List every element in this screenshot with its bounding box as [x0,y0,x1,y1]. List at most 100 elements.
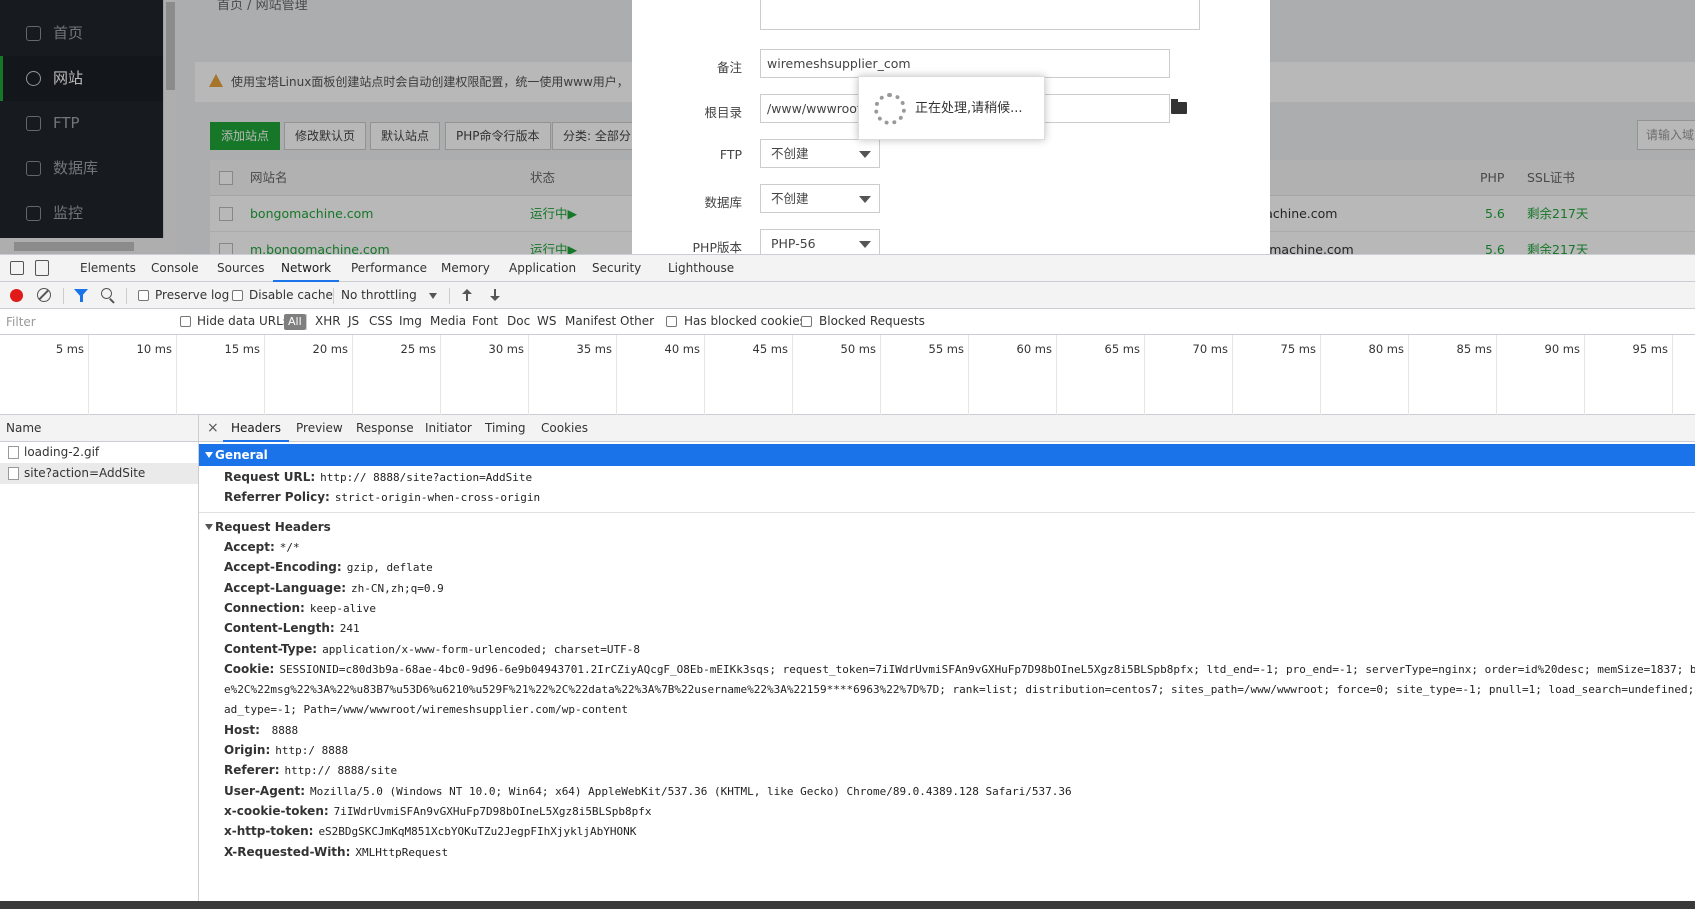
record-icon[interactable] [10,289,23,302]
throttling-select[interactable]: No throttling [341,288,417,302]
type-filter-manifest[interactable]: Manifest [565,314,616,328]
disable-cache-checkbox[interactable] [232,290,243,301]
divider [199,512,1695,513]
header-key: Connection: [224,600,305,615]
header-key: Accept-Encoding: [224,560,342,575]
timeline-tick-label: 95 ms [1632,342,1668,356]
general-section-header[interactable]: General [199,444,1695,466]
header-value: Mozilla/5.0 (Windows NT 10.0; Win64; x64… [310,784,1072,798]
header-row: Referrer Policy: strict-origin-when-cross… [224,487,540,507]
type-filter-js[interactable]: JS [348,314,359,328]
request-row[interactable]: loading-2.gif [0,442,198,463]
tab-response[interactable]: Response [356,415,414,442]
type-filter-img[interactable]: Img [399,314,422,328]
timeline-tick-label: 75 ms [1280,342,1316,356]
bt-panel: 首页 网站 FTP 数据库 监控 首页 / 网站管理 使用宝塔Linux面板创建… [0,0,1695,254]
header-value: eS2BDgSKCJmKqM851XcbYOKuTZu2JegpFIhXjykl… [318,825,637,839]
close-icon[interactable]: × [207,415,219,441]
folder-icon[interactable] [1171,99,1187,114]
tab-elements[interactable]: Elements [80,255,136,282]
header-key: Cookie: [224,661,275,676]
tab-lighthouse[interactable]: Lighthouse [668,255,734,282]
request-name: loading-2.gif [24,445,100,459]
type-filter-css[interactable]: CSS [369,314,393,328]
type-filter-font[interactable]: Font [472,314,498,328]
timeline-tick-label: 55 ms [928,342,964,356]
tab-security[interactable]: Security [592,255,641,282]
name-column-header[interactable]: Name [0,415,198,442]
php-version-label: PHP版本 [692,240,742,254]
header-row: Cookie: SESSIONID=c80d3b9a-68ae-4bc0-9d96… [224,659,1695,679]
export-har-icon[interactable] [489,289,501,301]
filter-input[interactable]: Filter [0,311,168,333]
request-headers-section-header[interactable]: Request Headers [199,516,1695,538]
search-icon[interactable] [101,288,112,299]
header-row: ad_type=-1; Path=/www/wwwroot/wiremeshsu… [224,699,628,719]
import-har-icon[interactable] [461,289,473,301]
header-key: Referer: [224,763,280,778]
header-row: Connection: keep-alive [224,598,376,618]
blocked-cookies-label: Has blocked cookies [684,314,806,328]
preserve-log-checkbox[interactable] [138,290,149,301]
preserve-log-label: Preserve log [155,288,230,302]
header-row: User-Agent: Mozilla/5.0 (Windows NT 10.0;… [224,781,1072,801]
request-row[interactable]: site?action=AddSite [0,463,198,484]
type-filter-media[interactable]: Media [430,314,466,328]
tab-network[interactable]: Network [273,255,340,282]
header-value: gzip, deflate [346,561,433,575]
timeline-gridline [1496,335,1497,415]
tab-headers[interactable]: Headers [223,415,289,442]
type-filter-other[interactable]: Other [620,314,654,328]
blocked-cookies-checkbox[interactable] [666,316,677,327]
header-key: X-Requested-With: [224,844,351,859]
network-toolbar: Preserve log Disable cache No throttling [0,282,1695,309]
php-version-select[interactable]: PHP-56 [760,229,880,254]
blocked-requests-checkbox[interactable] [801,316,812,327]
inspect-element-icon[interactable] [10,261,24,275]
tab-preview[interactable]: Preview [296,415,343,442]
ftp-select[interactable]: 不创建 [760,139,880,168]
detail-tabbar: × Headers Preview Response Initiator Tim… [199,415,1695,442]
header-value: ad_type=-1; Path=/www/wwwroot/wiremeshsu… [224,703,628,717]
tab-initiator[interactable]: Initiator [425,415,472,442]
remark-input[interactable]: wiremeshsupplier_com [760,49,1170,78]
spinner-icon [874,93,906,125]
tab-sources[interactable]: Sources [217,255,264,282]
tab-timing[interactable]: Timing [485,415,526,442]
header-value: e%2C%22msg%22%3A%22%u83B7%u53D6%u6210%u5… [224,683,1695,697]
timeline-gridline [1232,335,1233,415]
triangle-down-icon [205,524,213,530]
timeline-tick-label: 70 ms [1192,342,1228,356]
header-key: Request URL: [224,470,316,484]
network-overview-timeline[interactable]: 5 ms 10 ms 15 ms 20 ms 25 ms 30 ms 35 ms 40 ms 4… [0,335,1695,415]
database-select[interactable]: 不创建 [760,184,880,213]
tab-cookies[interactable]: Cookies [541,415,588,442]
header-row: Request URL: http:// 8888/site?action=Add… [224,467,532,487]
chevron-down-icon[interactable] [429,293,437,299]
header-row: Content-Length: 241 [224,618,360,638]
tab-memory[interactable]: Memory [441,255,490,282]
timeline-gridline [88,335,89,415]
tab-application[interactable]: Application [509,255,576,282]
type-filter-all[interactable]: All [284,314,306,330]
timeline-tick-label: 25 ms [400,342,436,356]
device-toolbar-icon[interactable] [35,260,49,276]
timeline-gridline [704,335,705,415]
filter-icon[interactable] [74,289,88,302]
domain-textarea[interactable] [760,0,1200,30]
clear-icon[interactable] [37,288,51,302]
header-key: Origin: [224,743,271,757]
type-filter-xhr[interactable]: XHR [315,314,341,328]
divider [126,288,127,304]
header-row: Referer: http:// 8888/site [224,760,397,780]
tab-performance[interactable]: Performance [351,255,427,282]
timeline-gridline [1320,335,1321,415]
section-title: General [215,448,268,462]
timeline-gridline [1584,335,1585,415]
tab-console[interactable]: Console [151,255,199,282]
type-filter-doc[interactable]: Doc [507,314,530,328]
type-filter-ws[interactable]: WS [537,314,556,328]
hide-data-urls-checkbox[interactable] [180,316,191,327]
header-value: 8888 [264,723,299,737]
header-key: Content-Type: [224,641,318,656]
